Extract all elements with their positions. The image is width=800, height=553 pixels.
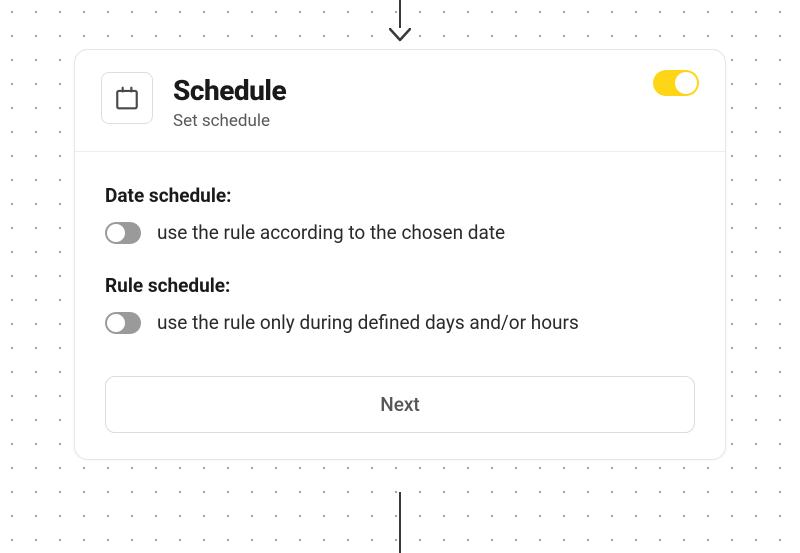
date-schedule-label: use the rule according to the chosen dat…	[157, 221, 505, 244]
rule-schedule-section: Rule schedule: use the rule only during …	[105, 274, 695, 334]
schedule-card: Schedule Set schedule Date schedule: use…	[74, 49, 726, 460]
rule-schedule-toggle[interactable]	[105, 312, 141, 334]
date-schedule-option: use the rule according to the chosen dat…	[105, 221, 695, 244]
rule-schedule-option: use the rule only during defined days an…	[105, 311, 695, 334]
flow-arrow-out	[399, 492, 401, 553]
card-title: Schedule	[173, 74, 286, 107]
header-text: Schedule Set schedule	[173, 72, 286, 131]
rule-schedule-label: use the rule only during defined days an…	[157, 311, 579, 334]
calendar-icon	[101, 72, 153, 124]
card-subtitle: Set schedule	[173, 111, 286, 131]
date-schedule-title: Date schedule:	[105, 184, 695, 207]
date-schedule-toggle[interactable]	[105, 222, 141, 244]
schedule-enable-toggle[interactable]	[653, 70, 699, 96]
card-body: Date schedule: use the rule according to…	[75, 152, 725, 459]
next-button[interactable]: Next	[105, 376, 695, 433]
card-header: Schedule Set schedule	[75, 50, 725, 152]
flow-arrow-in	[389, 0, 411, 42]
rule-schedule-title: Rule schedule:	[105, 274, 695, 297]
date-schedule-section: Date schedule: use the rule according to…	[105, 184, 695, 244]
